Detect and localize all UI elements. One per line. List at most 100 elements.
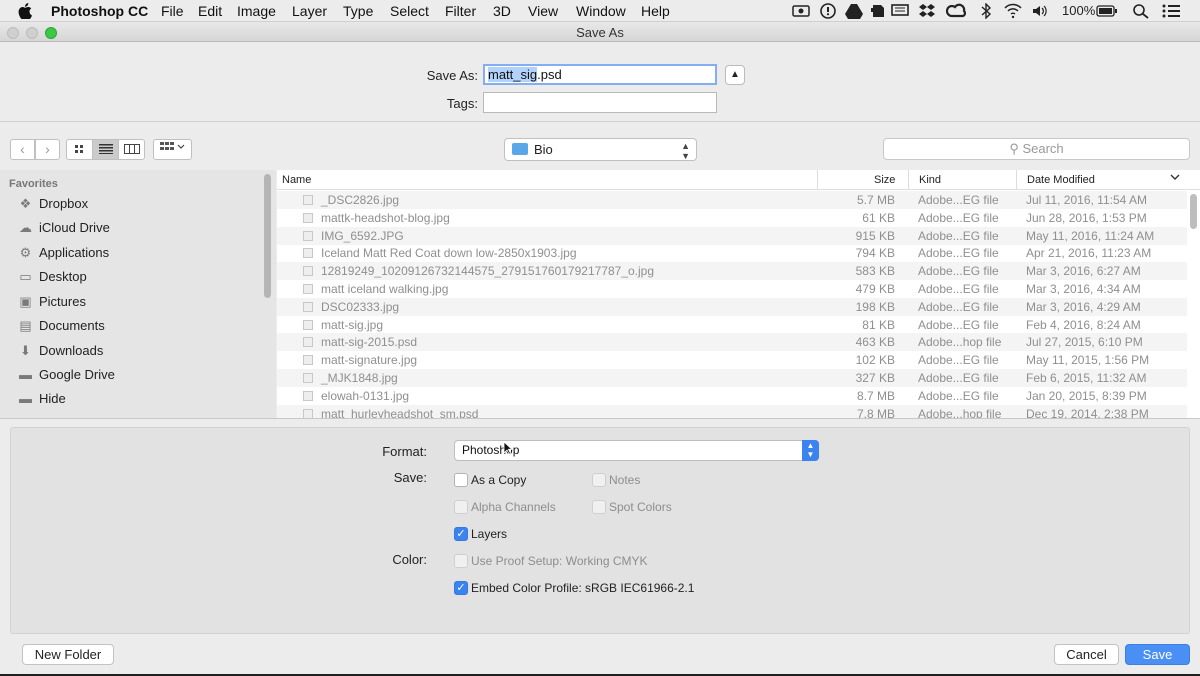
save-button[interactable]: Save: [1125, 644, 1190, 665]
file-size: 794 KB: [855, 246, 895, 261]
bluetooth-icon[interactable]: [977, 2, 995, 20]
icon-grid-icon: [74, 145, 83, 153]
collapse-dialog-button[interactable]: ▲: [725, 65, 745, 85]
filename-selected-text: matt_sig: [488, 67, 538, 82]
sidebar-item-desktop[interactable]: ▭ Desktop: [0, 265, 262, 289]
forward-button[interactable]: ›: [35, 139, 60, 160]
search-field[interactable]: ⚲ Search: [883, 138, 1190, 160]
file-size: 463 KB: [855, 335, 895, 350]
sidebar-item-pictures[interactable]: ▣ Pictures: [0, 290, 262, 314]
notification-center-icon[interactable]: [1161, 3, 1180, 19]
sidebar-item-dropbox[interactable]: ❖ Dropbox: [0, 192, 262, 216]
file-size: 327 KB: [855, 371, 895, 385]
sidebar-item-icloud-drive[interactable]: ☁ iCloud Drive: [0, 216, 262, 240]
checkmark-icon: ✓: [454, 527, 468, 541]
filename-input[interactable]: matt_sig.psd: [483, 64, 717, 85]
back-button[interactable]: ‹: [10, 139, 35, 160]
drive-icon[interactable]: [845, 3, 863, 19]
battery-icon[interactable]: [1096, 3, 1118, 19]
file-list-scrollbar[interactable]: [1190, 194, 1197, 229]
menu-3d[interactable]: 3D: [493, 3, 511, 19]
apple-icon[interactable]: [15, 0, 35, 22]
checkbox-label: Layers: [471, 527, 508, 541]
file-kind: Adobe...EG file: [918, 371, 999, 385]
wifi-icon[interactable]: [1003, 3, 1022, 19]
icon-view-button[interactable]: [66, 139, 93, 160]
table-row[interactable]: matt_hurleyheadshot_sm.psd 7.8 MB Adobe...…: [277, 404, 1187, 418]
file-name: Iceland Matt Red Coat down low-2850x1903…: [321, 246, 577, 261]
sidebar-scrollbar[interactable]: [264, 174, 271, 298]
sidebar-item-downloads[interactable]: ⬇ Downloads: [0, 339, 262, 363]
menu-view[interactable]: View: [528, 3, 558, 19]
sidebar-item-applications[interactable]: ⚙ Applications: [0, 241, 262, 265]
menu-image[interactable]: Image: [237, 3, 276, 19]
table-row[interactable]: _DSC2826.jpg 5.7 MB Adobe...EG file Jul 11,…: [277, 191, 1187, 209]
volume-icon[interactable]: [1031, 3, 1049, 19]
chevron-left-icon: ‹: [20, 141, 25, 157]
column-view-button[interactable]: [118, 139, 145, 160]
column-header-size[interactable]: Size: [874, 174, 895, 186]
sidebar-item-google-drive[interactable]: ▬ Google Drive: [0, 363, 262, 387]
column-header-date-modified[interactable]: Date Modified: [1027, 174, 1095, 186]
menu-layer[interactable]: Layer: [292, 3, 327, 19]
divider: [0, 418, 1200, 419]
evernote-icon[interactable]: [869, 3, 887, 19]
menu-filter[interactable]: Filter: [445, 3, 476, 19]
table-row[interactable]: matt-sig.jpg 81 KB Adobe...EG file Feb 4, 2…: [277, 316, 1187, 334]
file-date: Apr 21, 2016, 11:23 AM: [1026, 246, 1152, 261]
table-row[interactable]: matt-sig-2015.psd 463 KB Adobe...hop file J…: [277, 333, 1187, 352]
table-row[interactable]: mattk-headshot-blog.jpg 61 KB Adobe...EG f…: [277, 209, 1187, 227]
file-kind: Adobe...EG file: [918, 299, 999, 314]
info-icon[interactable]: [819, 3, 837, 19]
table-row[interactable]: _MJK1848.jpg 327 KB Adobe...EG file Feb 6, …: [277, 369, 1187, 387]
table-row[interactable]: 12819249_10209126732144575_2791517601792…: [277, 262, 1187, 281]
menu-edit[interactable]: Edit: [198, 3, 222, 19]
checkbox-box: [454, 554, 468, 568]
menu-select[interactable]: Select: [390, 3, 429, 19]
column-header-name[interactable]: Name: [282, 174, 311, 186]
list-icon: [98, 144, 113, 154]
screen-record-icon[interactable]: [792, 3, 810, 19]
table-row[interactable]: DSC02333.jpg 198 KB Adobe...EG file Mar 3, …: [277, 297, 1187, 316]
table-row[interactable]: matt-signature.jpg 102 KB Adobe...EG file M…: [277, 351, 1187, 369]
location-popup[interactable]: Bio ▲ ▼: [504, 138, 697, 161]
table-row[interactable]: matt iceland walking.jpg 479 KB Adobe...EG…: [277, 280, 1187, 298]
table-row[interactable]: elowah-0131.jpg 8.7 MB Adobe...EG file Jan …: [277, 387, 1187, 405]
column-divider: [908, 170, 909, 190]
sidebar-item-label: Hide: [39, 391, 66, 406]
menu-type[interactable]: Type: [343, 3, 373, 19]
airplay-display-icon[interactable]: [891, 3, 909, 19]
table-row[interactable]: Iceland Matt Red Coat down low-2850x1903…: [277, 244, 1187, 262]
menu-file[interactable]: File: [161, 3, 184, 19]
file-date: Mar 3, 2016, 6:27 AM: [1026, 264, 1141, 279]
list-view-button[interactable]: [92, 139, 119, 160]
dropbox-icon: ❖: [19, 196, 32, 211]
menu-app-name[interactable]: Photoshop CC: [51, 3, 148, 19]
file-thumbnail-icon: [303, 373, 313, 383]
sidebar-item-hide[interactable]: ▬ Hide: [0, 387, 262, 411]
arrange-icon: [159, 142, 184, 150]
folder-icon: ▬: [19, 367, 32, 382]
checkbox-box: [592, 500, 606, 514]
column-divider: [817, 170, 818, 190]
checkbox-box: [454, 500, 468, 514]
new-folder-button[interactable]: New Folder: [22, 644, 114, 665]
file-thumbnail-icon: [303, 230, 313, 241]
arrange-button[interactable]: [153, 139, 192, 160]
location-label: Bio: [534, 142, 553, 157]
cancel-button[interactable]: Cancel: [1054, 644, 1119, 665]
menu-help[interactable]: Help: [641, 3, 670, 19]
tags-input[interactable]: [483, 92, 717, 113]
file-kind: Adobe...EG file: [918, 264, 999, 279]
creative-cloud-icon[interactable]: [945, 3, 967, 19]
menu-window[interactable]: Window: [576, 3, 626, 19]
sidebar-item-label: Desktop: [39, 269, 87, 284]
table-row[interactable]: IMG_6592.JPG 915 KB Adobe...EG file May 11,…: [277, 226, 1187, 245]
column-header-kind[interactable]: Kind: [919, 174, 941, 186]
dropbox-icon[interactable]: [918, 3, 936, 19]
sort-chevron-icon[interactable]: [1170, 172, 1180, 185]
file-name: matt_hurleyheadshot_sm.psd: [321, 406, 479, 418]
spotlight-search-icon[interactable]: [1132, 3, 1150, 19]
sidebar-item-documents[interactable]: ▤ Documents: [0, 314, 262, 338]
file-size: 61 KB: [862, 210, 895, 225]
